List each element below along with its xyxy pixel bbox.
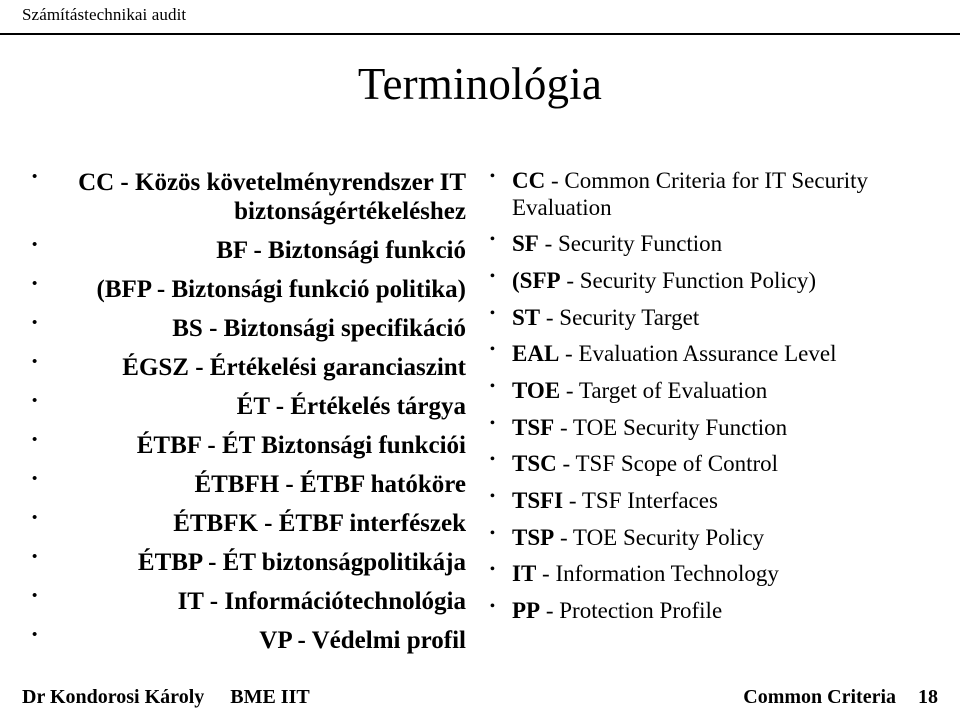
list-item: ÉTBFH - ÉTBF hatóköre [22,470,470,499]
term-abbreviation: TSFI [512,488,564,514]
hungarian-terms-column: CC - Közös követelményrendszer IT bizton… [0,168,470,665]
list-item: IT - Information Technology [482,561,960,588]
list-item: CC - Közös követelményrendszer IT bizton… [22,168,470,226]
term-expansion: - Evaluation Assurance Level [559,341,837,367]
list-item: ST - Security Target [482,305,960,332]
term-expansion: - Information Technology [536,561,779,587]
list-item: SF - Security Function [482,231,960,258]
term-abbreviation: TSC [512,451,557,477]
term-abbreviation: TOE [512,378,561,404]
list-item: PP - Protection Profile [482,598,960,625]
term-abbreviation: SF [512,231,539,257]
term-expansion: - TOE Security Policy [554,524,765,550]
slide-header-text: Számítástechnikai audit [22,5,187,24]
list-item: ÉTBP - ÉT biztonságpolitikája [22,548,470,577]
term-abbreviation: IT [512,561,537,587]
list-item: TOE - Target of Evaluation [482,378,960,405]
term-abbreviation: PP [512,598,541,624]
english-terms-column: CC - Common Criteria for IT Security Eva… [470,168,960,665]
list-item: VP - Védelmi profil [22,626,470,655]
term-expansion: - TSF Scope of Control [556,451,779,477]
list-item: TSC - TSF Scope of Control [482,451,960,478]
list-item: CC - Common Criteria for IT Security Eva… [482,168,960,221]
english-terms-list: CC - Common Criteria for IT Security Eva… [482,168,960,625]
list-item: ÉTBFK - ÉTBF interfészek [22,509,470,538]
term-abbreviation: ST [512,304,541,330]
term-abbreviation: TSF [512,414,555,440]
term-abbreviation: TSP [512,524,555,550]
term-expansion: - Common Criteria for IT Security Evalua… [512,168,869,220]
list-item: TSP - TOE Security Policy [482,525,960,552]
list-item: (SFP - Security Function Policy) [482,268,960,295]
footer-author: Dr Kondorosi Károly [22,686,205,708]
content-columns: CC - Közös követelményrendszer IT bizton… [0,168,960,665]
term-expansion: - TOE Security Function [554,414,788,440]
footer-doc-page: Common Criteria 18 [743,686,938,709]
footer-doc-title: Common Criteria [743,686,896,708]
footer-author-org: Dr Kondorosi Károly BME IIT [22,686,310,709]
header-divider [0,33,960,35]
term-expansion: - Security Function [538,231,723,257]
term-abbreviation: (SFP [512,268,561,294]
list-item: EAL - Evaluation Assurance Level [482,341,960,368]
list-item: TSFI - TSF Interfaces [482,488,960,515]
list-item: BS - Biztonsági specifikáció [22,314,470,343]
term-expansion: - Protection Profile [540,598,723,624]
term-expansion: - TSF Interfaces [563,488,718,514]
term-expansion: - Security Target [540,304,700,330]
footer-page-number: 18 [918,686,938,708]
list-item: ÉGSZ - Értékelési garanciaszint [22,353,470,382]
slide-footer: Dr Kondorosi Károly BME IIT Common Criter… [0,686,960,714]
list-item: ÉT - Értékelés tárgya [22,392,470,421]
list-item: ÉTBF - ÉT Biztonsági funkciói [22,431,470,460]
term-abbreviation: CC [512,168,546,193]
slide: Számítástechnikai audit Terminológia CC … [0,0,960,724]
hungarian-terms-list: CC - Közös követelményrendszer IT bizton… [22,168,470,655]
term-abbreviation: EAL [512,341,560,367]
term-expansion: - Security Function Policy) [560,268,817,294]
page-title: Terminológia [357,59,603,109]
footer-org: BME IIT [230,686,310,708]
list-item: (BFP - Biztonsági funkció politika) [22,275,470,304]
list-item: IT - Információtechnológia [22,587,470,616]
list-item: BF - Biztonsági funkció [22,236,470,265]
list-item: TSF - TOE Security Function [482,415,960,442]
term-expansion: - Target of Evaluation [560,378,768,404]
